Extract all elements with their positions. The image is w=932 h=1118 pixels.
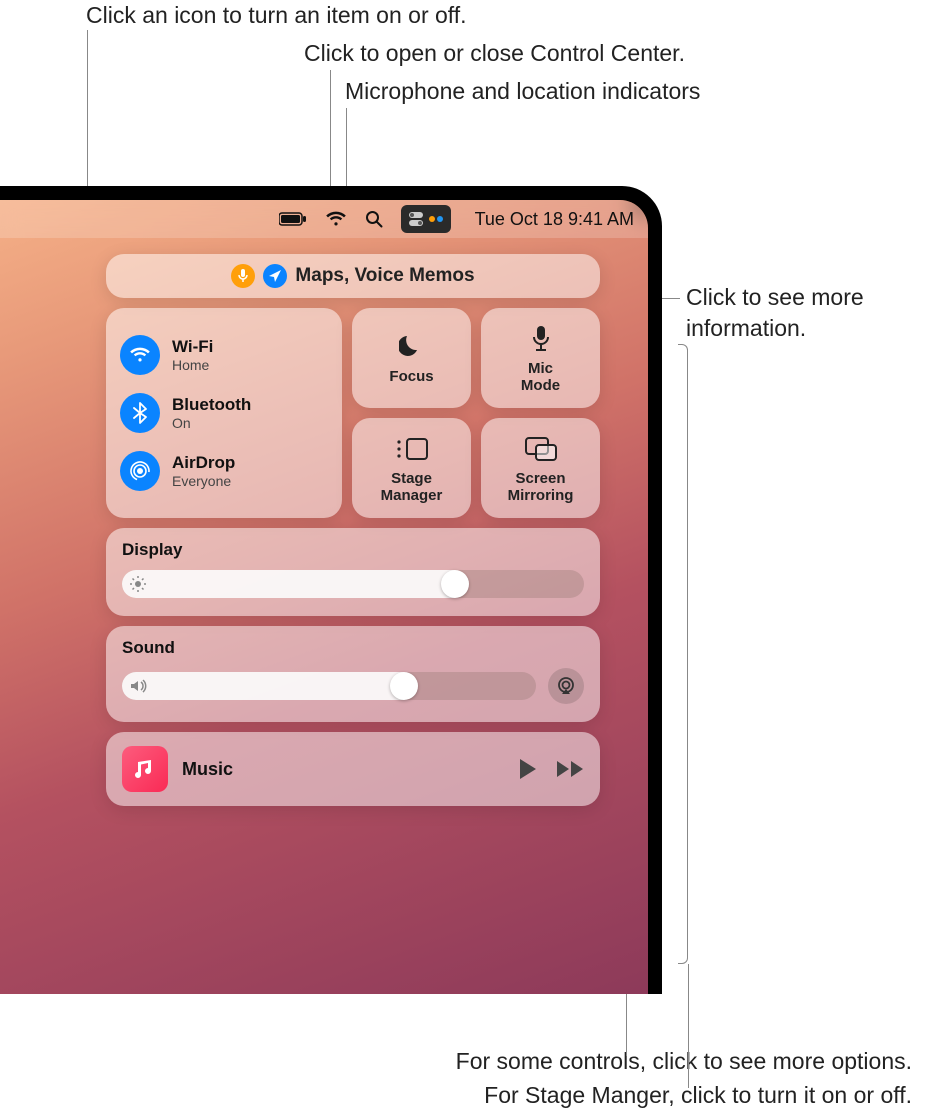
menubar-datetime[interactable]: Tue Oct 18 9:41 AM (475, 209, 634, 230)
mic-mode-tile[interactable]: Mic Mode (481, 308, 600, 408)
airdrop-icon[interactable] (120, 451, 160, 491)
wifi-icon[interactable] (120, 335, 160, 375)
next-track-button[interactable] (556, 760, 584, 778)
leader-line (688, 964, 689, 1088)
wifi-title: Wi-Fi (172, 337, 213, 357)
control-center-menubar-button[interactable] (401, 205, 451, 233)
focus-tile[interactable]: Focus (352, 308, 471, 408)
focus-label: Focus (389, 368, 433, 385)
display-title: Display (122, 540, 584, 560)
moon-icon (399, 330, 425, 364)
airplay-icon (556, 676, 576, 696)
wifi-subtitle: Home (172, 357, 213, 373)
callout-indicators: Microphone and location indicators (345, 76, 700, 107)
callout-stage-manager: For Stage Manger, click to turn it on or… (60, 1080, 912, 1111)
wifi-icon[interactable] (325, 211, 347, 227)
airdrop-title: AirDrop (172, 453, 235, 473)
sound-slider[interactable] (122, 672, 536, 700)
menubar: Tue Oct 18 9:41 AM (0, 200, 648, 238)
now-playing-card[interactable]: Music (106, 732, 600, 806)
airdrop-toggle[interactable]: AirDrop Everyone (120, 451, 328, 491)
callout-toggle-icon: Click an icon to turn an item on or off. (86, 0, 467, 31)
media-title: Music (182, 759, 504, 780)
sensor-apps-row[interactable]: Maps, Voice Memos (106, 254, 600, 298)
screen-mirroring-icon (524, 432, 558, 466)
screen-mirroring-tile[interactable]: Screen Mirroring (481, 418, 600, 518)
stage-manager-tile[interactable]: Stage Manager (352, 418, 471, 518)
stage-manager-icon (395, 432, 429, 466)
sound-title: Sound (122, 638, 584, 658)
bluetooth-icon[interactable] (120, 393, 160, 433)
display-slider-thumb[interactable] (441, 570, 469, 598)
stage-manager-label: Stage Manager (381, 470, 443, 505)
device-frame: Tue Oct 18 9:41 AM Maps, Voice Memos (0, 186, 662, 994)
brightness-low-icon (130, 576, 146, 592)
music-app-icon (122, 746, 168, 792)
bluetooth-subtitle: On (172, 415, 251, 431)
callout-open-cc: Click to open or close Control Center. (304, 38, 685, 69)
control-center-panel: Maps, Voice Memos Wi-Fi Home (106, 254, 600, 806)
play-button[interactable] (518, 758, 538, 780)
speaker-icon (130, 679, 148, 693)
display-slider[interactable] (122, 570, 584, 598)
screen: Tue Oct 18 9:41 AM Maps, Voice Memos (0, 200, 648, 994)
spotlight-icon[interactable] (365, 210, 383, 228)
display-card[interactable]: Display (106, 528, 600, 616)
airdrop-subtitle: Everyone (172, 473, 235, 489)
mic-mode-label: Mic Mode (521, 360, 560, 395)
airplay-audio-button[interactable] (548, 668, 584, 704)
bluetooth-toggle[interactable]: Bluetooth On (120, 393, 328, 433)
sensor-apps-label: Maps, Voice Memos (295, 265, 474, 287)
wifi-toggle[interactable]: Wi-Fi Home (120, 335, 328, 375)
mic-indicator-dot (429, 216, 435, 222)
sound-slider-thumb[interactable] (390, 672, 418, 700)
microphone-icon (531, 322, 551, 356)
battery-icon[interactable] (279, 212, 307, 226)
callout-more-options: For some controls, click to see more opt… (60, 1046, 912, 1077)
sound-card[interactable]: Sound (106, 626, 600, 722)
connectivity-card[interactable]: Wi-Fi Home Bluetooth On (106, 308, 342, 518)
screen-mirroring-label: Screen Mirroring (508, 470, 574, 505)
leader-bracket (678, 344, 688, 964)
location-indicator-dot (437, 216, 443, 222)
bluetooth-title: Bluetooth (172, 395, 251, 415)
callout-more-info: Click to see more information. (686, 282, 864, 344)
microphone-indicator-icon (231, 264, 255, 288)
location-indicator-icon (263, 264, 287, 288)
